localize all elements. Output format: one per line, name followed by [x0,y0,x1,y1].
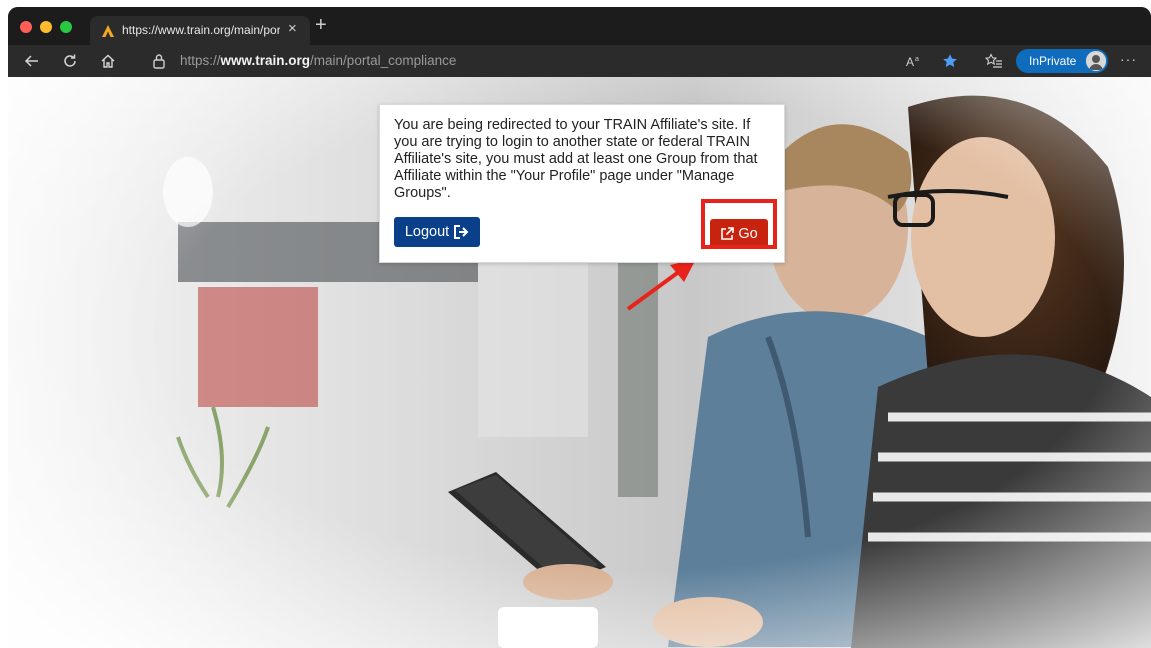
minimize-window-button[interactable] [40,21,52,33]
logout-icon [454,225,469,239]
favorites-list-icon [985,53,1002,68]
lock-icon [153,54,165,69]
more-options-button[interactable]: ··· [1120,51,1137,67]
redirect-message: You are being redirected to your TRAIN A… [394,117,758,201]
browser-window: https://www.train.org/main/portal_compli… [8,7,1151,648]
avatar-icon [1086,51,1106,71]
favorites-button[interactable] [982,49,1006,73]
tab-title: https://www.train.org/main/portal_compli… [122,23,280,37]
read-aloud-button[interactable]: A a [902,49,926,73]
star-icon [943,54,957,67]
svg-text:a: a [915,56,919,63]
inprivate-label: InPrivate [1029,54,1077,68]
svg-text:A: A [906,55,914,69]
read-aloud-icon: A a [906,55,919,69]
browser-toolbar: https://www.train.org/main/portal_compli… [8,45,1151,77]
logout-button[interactable]: Logout [394,217,480,247]
new-tab-button[interactable]: + [315,13,327,37]
inprivate-button[interactable]: InPrivate [1016,49,1108,73]
zoom-window-button[interactable] [60,21,72,33]
logout-label: Logout [404,224,450,240]
back-arrow-icon [24,55,38,67]
refresh-icon [64,54,76,67]
url-text: https://www.train.org/main/portal_compli… [180,53,456,68]
page-viewport: You are being redirected to your TRAIN A… [8,77,1151,648]
address-bar[interactable]: https://www.train.org/main/portal_compli… [136,48,896,74]
home-icon [101,54,115,68]
close-window-button[interactable] [20,21,32,33]
favorite-star-button[interactable] [938,49,962,73]
refresh-button[interactable] [58,49,82,73]
go-button-highlight-box [701,199,777,249]
url-path: /main/portal_compliance [310,53,457,68]
close-tab-icon[interactable]: × [288,20,297,37]
train-logo-icon [102,25,114,37]
tab-train-portal[interactable]: https://www.train.org/main/portal_compli… [90,16,310,45]
home-button[interactable] [96,49,120,73]
tab-strip: https://www.train.org/main/portal_compli… [8,7,1151,45]
url-host: www.train.org [220,53,311,68]
url-scheme: https:// [180,53,221,68]
back-button[interactable] [20,49,44,73]
